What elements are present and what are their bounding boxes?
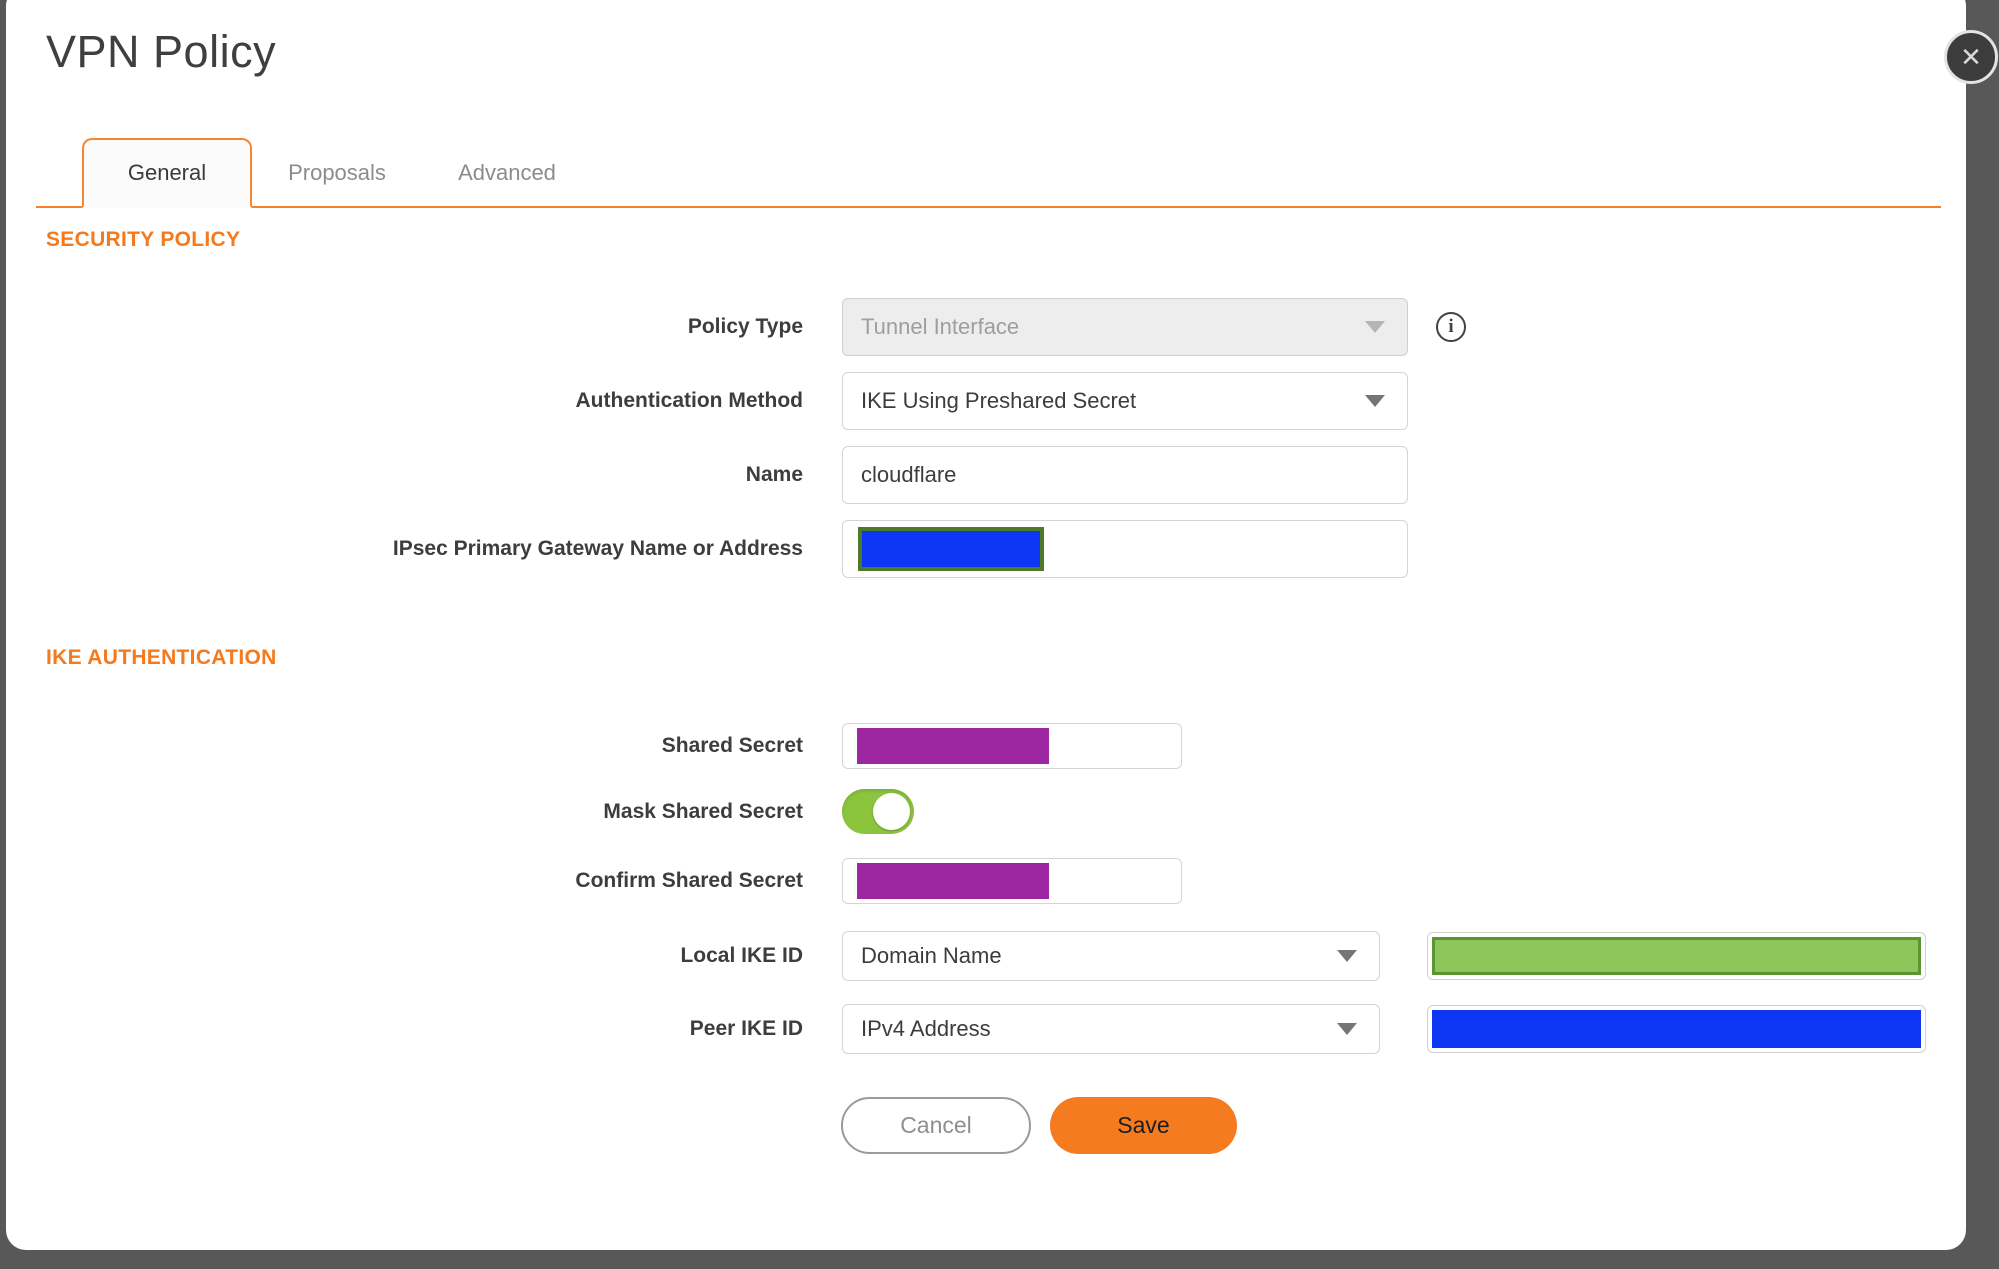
tab-proposals[interactable]: Proposals <box>252 138 422 208</box>
policy-type-select[interactable]: Tunnel Interface <box>842 298 1408 356</box>
local-ike-id-input[interactable] <box>1426 932 1926 980</box>
authentication-method-select[interactable]: IKE Using Preshared Secret <box>842 372 1408 430</box>
name-label: Name <box>745 463 803 486</box>
shared-secret-input[interactable] <box>842 723 1182 769</box>
chevron-down-icon <box>1365 395 1385 407</box>
local-ike-id-label: Local IKE ID <box>680 944 803 967</box>
gateway-row: IPsec Primary Gateway Name or Address <box>46 520 1926 578</box>
peer-ike-id-select[interactable]: IPv4 Address <box>842 1004 1380 1054</box>
vpn-policy-dialog: VPN Policy General Proposals Advanced SE… <box>6 0 1966 1250</box>
name-value: cloudflare <box>861 462 957 487</box>
local-ike-id-row: Local IKE ID Domain Name <box>46 931 1926 981</box>
dialog-actions: Cancel Save <box>841 1097 1926 1154</box>
tab-advanced-label: Advanced <box>458 160 556 185</box>
peer-ike-id-type-value: IPv4 Address <box>861 1016 991 1041</box>
cancel-button[interactable]: Cancel <box>841 1097 1031 1154</box>
mask-shared-secret-label: Mask Shared Secret <box>603 799 803 823</box>
save-button[interactable]: Save <box>1050 1097 1237 1154</box>
mask-shared-secret-toggle[interactable] <box>842 789 914 834</box>
confirm-shared-secret-input[interactable] <box>842 858 1182 904</box>
tab-proposals-label: Proposals <box>288 160 386 185</box>
confirm-shared-secret-label: Confirm Shared Secret <box>575 869 803 892</box>
gateway-input[interactable] <box>842 520 1408 578</box>
policy-type-row: Policy Type Tunnel Interface i <box>46 298 1926 356</box>
section-heading-security-policy: SECURITY POLICY <box>46 228 241 251</box>
section-heading-ike-authentication: IKE AUTHENTICATION <box>46 646 277 669</box>
tab-general-label: General <box>127 160 207 185</box>
tab-advanced[interactable]: Advanced <box>422 138 592 208</box>
page-title: VPN Policy <box>46 26 277 77</box>
peer-ike-id-input[interactable] <box>1426 1005 1926 1053</box>
chevron-down-icon <box>1365 321 1385 333</box>
name-row: Name cloudflare <box>46 446 1926 504</box>
close-icon[interactable]: ✕ <box>1944 30 1998 84</box>
confirm-shared-secret-redacted-value <box>857 863 1049 899</box>
authentication-method-row: Authentication Method IKE Using Preshare… <box>46 372 1926 430</box>
tab-general[interactable]: General <box>82 138 252 208</box>
toggle-knob <box>873 793 910 830</box>
peer-ike-id-row: Peer IKE ID IPv4 Address <box>46 1004 1926 1054</box>
gateway-redacted-value <box>858 527 1044 571</box>
shared-secret-redacted-value <box>857 728 1049 764</box>
chevron-down-icon <box>1336 1023 1357 1035</box>
gateway-label: IPsec Primary Gateway Name or Address <box>392 537 803 560</box>
policy-type-label: Policy Type <box>687 315 803 338</box>
authentication-method-value: IKE Using Preshared Secret <box>861 388 1137 413</box>
policy-type-value: Tunnel Interface <box>861 314 1020 339</box>
chevron-down-icon <box>1336 950 1357 962</box>
authentication-method-label: Authentication Method <box>575 389 803 412</box>
local-ike-id-redacted-value <box>1431 937 1921 975</box>
local-ike-id-type-value: Domain Name <box>861 943 1002 968</box>
confirm-shared-secret-row: Confirm Shared Secret <box>46 858 1926 904</box>
peer-ike-id-label: Peer IKE ID <box>689 1017 803 1040</box>
peer-ike-id-redacted-value <box>1431 1010 1921 1048</box>
shared-secret-label: Shared Secret <box>661 734 803 757</box>
tab-bar: General Proposals Advanced <box>36 138 1941 208</box>
local-ike-id-select[interactable]: Domain Name <box>842 931 1380 981</box>
shared-secret-row: Shared Secret <box>46 723 1926 769</box>
info-icon[interactable]: i <box>1436 312 1466 342</box>
name-input[interactable]: cloudflare <box>842 446 1408 504</box>
mask-shared-secret-row: Mask Shared Secret <box>46 789 1926 834</box>
